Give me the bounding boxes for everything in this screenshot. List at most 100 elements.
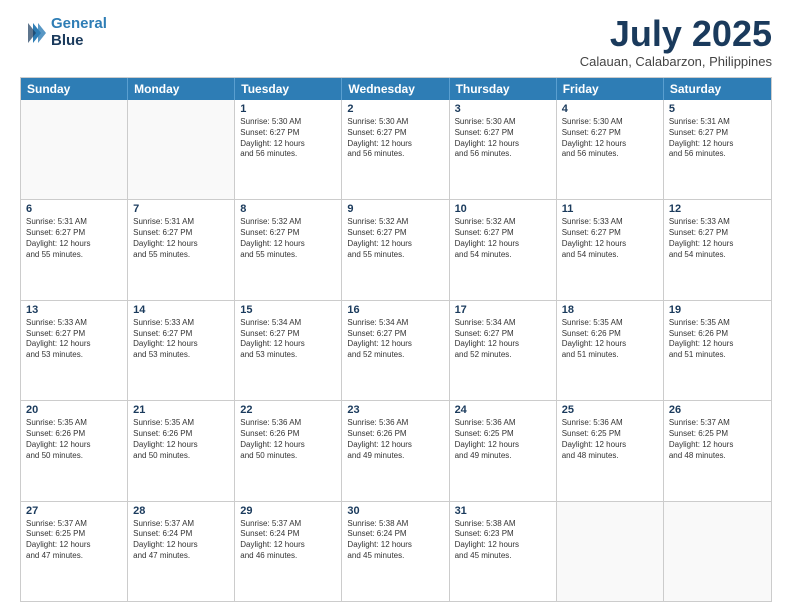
day-14: 14Sunrise: 5:33 AM Sunset: 6:27 PM Dayli… — [128, 301, 235, 400]
day-info-9: Sunrise: 5:32 AM Sunset: 6:27 PM Dayligh… — [347, 217, 443, 260]
empty-cell-w0-d1 — [128, 100, 235, 199]
day-13: 13 Sunrise: 5:33 AM Sunset: 6:27 PM Dayli… — [21, 301, 128, 400]
title-block: July 2025 Calauan, Calabarzon, Philippin… — [580, 16, 772, 69]
day-12: 12 Sunrise: 5:33 AM Sunset: 6:27 PM Dayli… — [664, 200, 771, 299]
page: General Blue July 2025 Calauan, Calabarz… — [0, 0, 792, 612]
week-row-4: 20 Sunrise: 5:35 AM Sunset: 6:26 PM Dayli… — [21, 400, 771, 500]
day-number-21: 21 — [133, 404, 229, 416]
day-29: 29 Sunrise: 5:37 AM Sunset: 6:24 PM Dayli… — [235, 502, 342, 601]
month-title: July 2025 — [580, 16, 772, 52]
day-27: 27Sunrise: 5:37 AM Sunset: 6:25 PM Dayli… — [21, 502, 128, 601]
day-info-21: Sunrise: 5:35 AM Sunset: 6:26 PM Dayligh… — [133, 418, 229, 461]
dow-sunday: Sunday — [21, 78, 128, 100]
dow-friday: Friday — [557, 78, 664, 100]
day-number-29: 29 — [240, 505, 336, 517]
day-19: 19 Sunrise: 5:35 AM Sunset: 6:26 PM Dayli… — [664, 301, 771, 400]
day-4: 4 Sunrise: 5:30 AM Sunset: 6:27 PM Daylig… — [557, 100, 664, 199]
empty-cell-w4-d5 — [557, 502, 664, 601]
day-2: 2 Sunrise: 5:30 AM Sunset: 6:27 PM Daylig… — [342, 100, 449, 199]
day-info-11: Sunrise: 5:33 AM Sunset: 6:27 PM Dayligh… — [562, 217, 658, 260]
day-number-24: 24 — [455, 404, 551, 416]
day-info-18: Sunrise: 5:35 AM Sunset: 6:26 PM Dayligh… — [562, 318, 658, 361]
dow-saturday: Saturday — [664, 78, 771, 100]
day-3: 3 Sunrise: 5:30 AM Sunset: 6:27 PM Daylig… — [450, 100, 557, 199]
day-number-5: 5 — [669, 103, 766, 115]
day-info-16: Sunrise: 5:34 AM Sunset: 6:27 PM Dayligh… — [347, 318, 443, 361]
day-info-14: Sunrise: 5:33 AM Sunset: 6:27 PM Dayligh… — [133, 318, 229, 361]
empty-cell-w0-d0 — [21, 100, 128, 199]
day-info-28: Sunrise: 5:37 AM Sunset: 6:24 PM Dayligh… — [133, 519, 229, 562]
day-info-17: Sunrise: 5:34 AM Sunset: 6:27 PM Dayligh… — [455, 318, 551, 361]
day-17: 17Sunrise: 5:34 AM Sunset: 6:27 PM Dayli… — [450, 301, 557, 400]
day-info-29: Sunrise: 5:37 AM Sunset: 6:24 PM Dayligh… — [240, 519, 336, 562]
day-number-30: 30 — [347, 505, 443, 517]
day-number-3: 3 — [455, 103, 551, 115]
day-number-8: 8 — [240, 203, 336, 215]
day-info-3: Sunrise: 5:30 AM Sunset: 6:27 PM Dayligh… — [455, 117, 551, 160]
calendar-header: Sunday Monday Tuesday Wednesday Thursday… — [21, 78, 771, 100]
day-info-19: Sunrise: 5:35 AM Sunset: 6:26 PM Dayligh… — [669, 318, 766, 361]
dow-monday: Monday — [128, 78, 235, 100]
empty-cell-w4-d6 — [664, 502, 771, 601]
day-info-12: Sunrise: 5:33 AM Sunset: 6:27 PM Dayligh… — [669, 217, 766, 260]
day-number-28: 28 — [133, 505, 229, 517]
day-28: 28 Sunrise: 5:37 AM Sunset: 6:24 PM Dayli… — [128, 502, 235, 601]
week-row-3: 13 Sunrise: 5:33 AM Sunset: 6:27 PM Dayli… — [21, 300, 771, 400]
day-15: 15 Sunrise: 5:34 AM Sunset: 6:27 PM Dayli… — [235, 301, 342, 400]
logo-text: General Blue — [51, 16, 107, 49]
calendar-body: 1 Sunrise: 5:30 AM Sunset: 6:27 PM Daylig… — [21, 100, 771, 601]
day-number-25: 25 — [562, 404, 658, 416]
day-21: 21 Sunrise: 5:35 AM Sunset: 6:26 PM Dayli… — [128, 401, 235, 500]
day-20: 20Sunrise: 5:35 AM Sunset: 6:26 PM Dayli… — [21, 401, 128, 500]
logo: General Blue — [20, 16, 107, 49]
day-info-2: Sunrise: 5:30 AM Sunset: 6:27 PM Dayligh… — [347, 117, 443, 160]
day-info-22: Sunrise: 5:36 AM Sunset: 6:26 PM Dayligh… — [240, 418, 336, 461]
day-number-22: 22 — [240, 404, 336, 416]
day-info-8: Sunrise: 5:32 AM Sunset: 6:27 PM Dayligh… — [240, 217, 336, 260]
day-info-5: Sunrise: 5:31 AM Sunset: 6:27 PM Dayligh… — [669, 117, 766, 160]
day-number-15: 15 — [240, 304, 336, 316]
day-number-2: 2 — [347, 103, 443, 115]
day-info-13: Sunrise: 5:33 AM Sunset: 6:27 PM Dayligh… — [26, 318, 122, 361]
day-number-7: 7 — [133, 203, 229, 215]
day-info-1: Sunrise: 5:30 AM Sunset: 6:27 PM Dayligh… — [240, 117, 336, 160]
day-info-26: Sunrise: 5:37 AM Sunset: 6:25 PM Dayligh… — [669, 418, 766, 461]
day-info-10: Sunrise: 5:32 AM Sunset: 6:27 PM Dayligh… — [455, 217, 551, 260]
day-5: 5 Sunrise: 5:31 AM Sunset: 6:27 PM Daylig… — [664, 100, 771, 199]
day-16: 16 Sunrise: 5:34 AM Sunset: 6:27 PM Dayli… — [342, 301, 449, 400]
header: General Blue July 2025 Calauan, Calabarz… — [20, 16, 772, 69]
calendar: Sunday Monday Tuesday Wednesday Thursday… — [20, 77, 772, 602]
dow-thursday: Thursday — [450, 78, 557, 100]
day-number-6: 6 — [26, 203, 122, 215]
day-number-19: 19 — [669, 304, 766, 316]
day-info-15: Sunrise: 5:34 AM Sunset: 6:27 PM Dayligh… — [240, 318, 336, 361]
day-info-4: Sunrise: 5:30 AM Sunset: 6:27 PM Dayligh… — [562, 117, 658, 160]
day-info-31: Sunrise: 5:38 AM Sunset: 6:23 PM Dayligh… — [455, 519, 551, 562]
logo-icon — [20, 19, 48, 47]
day-number-20: 20 — [26, 404, 122, 416]
day-18: 18Sunrise: 5:35 AM Sunset: 6:26 PM Dayli… — [557, 301, 664, 400]
week-row-2: 6 Sunrise: 5:31 AM Sunset: 6:27 PM Daylig… — [21, 199, 771, 299]
day-number-4: 4 — [562, 103, 658, 115]
day-info-23: Sunrise: 5:36 AM Sunset: 6:26 PM Dayligh… — [347, 418, 443, 461]
day-1: 1 Sunrise: 5:30 AM Sunset: 6:27 PM Daylig… — [235, 100, 342, 199]
day-info-25: Sunrise: 5:36 AM Sunset: 6:25 PM Dayligh… — [562, 418, 658, 461]
dow-tuesday: Tuesday — [235, 78, 342, 100]
day-info-27: Sunrise: 5:37 AM Sunset: 6:25 PM Dayligh… — [26, 519, 122, 562]
day-8: 8 Sunrise: 5:32 AM Sunset: 6:27 PM Daylig… — [235, 200, 342, 299]
location-subtitle: Calauan, Calabarzon, Philippines — [580, 54, 772, 69]
day-number-16: 16 — [347, 304, 443, 316]
day-number-26: 26 — [669, 404, 766, 416]
day-number-12: 12 — [669, 203, 766, 215]
day-number-11: 11 — [562, 203, 658, 215]
day-24: 24Sunrise: 5:36 AM Sunset: 6:25 PM Dayli… — [450, 401, 557, 500]
day-info-7: Sunrise: 5:31 AM Sunset: 6:27 PM Dayligh… — [133, 217, 229, 260]
day-number-9: 9 — [347, 203, 443, 215]
day-6: 6Sunrise: 5:31 AM Sunset: 6:27 PM Daylig… — [21, 200, 128, 299]
day-number-10: 10 — [455, 203, 551, 215]
week-row-1: 1 Sunrise: 5:30 AM Sunset: 6:27 PM Daylig… — [21, 100, 771, 199]
day-11: 11 Sunrise: 5:33 AM Sunset: 6:27 PM Dayli… — [557, 200, 664, 299]
day-number-1: 1 — [240, 103, 336, 115]
day-number-23: 23 — [347, 404, 443, 416]
day-number-13: 13 — [26, 304, 122, 316]
